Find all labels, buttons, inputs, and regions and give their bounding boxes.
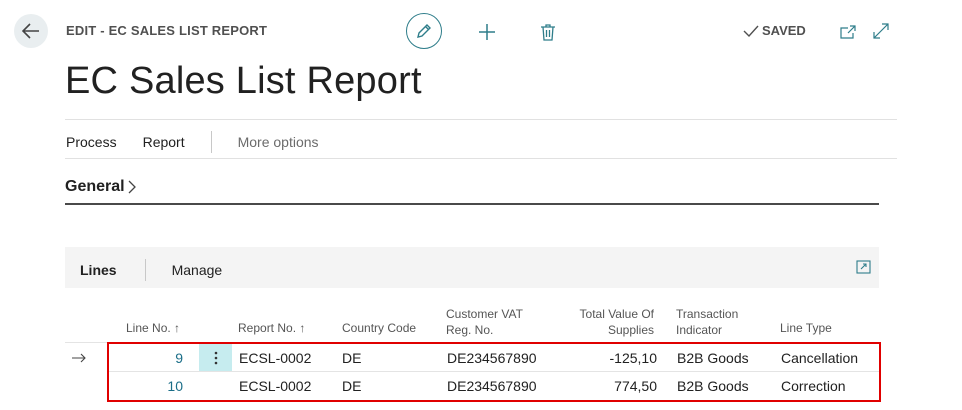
expand-panel-icon xyxy=(855,260,871,274)
col-transaction-line2: Indicator xyxy=(676,323,723,337)
new-button[interactable] xyxy=(475,20,499,44)
col-report-no[interactable]: Report No. ↑ xyxy=(238,320,305,336)
process-menu[interactable]: Process xyxy=(66,134,117,150)
tab-manage[interactable]: Manage xyxy=(172,262,223,278)
divider xyxy=(65,119,897,120)
back-button[interactable] xyxy=(14,14,48,48)
section-rule xyxy=(65,203,879,205)
col-total-value-line1: Total Value Of xyxy=(579,307,654,321)
expand-icon xyxy=(873,23,889,39)
col-customer-vat[interactable]: Customer VAT Reg. No. xyxy=(446,306,523,338)
action-separator xyxy=(210,131,212,153)
general-title: General xyxy=(65,178,125,195)
chevron-right-icon xyxy=(128,180,136,194)
report-menu[interactable]: Report xyxy=(143,134,185,150)
expand-lines-button[interactable] xyxy=(854,258,872,276)
edit-caption: EDIT - EC SALES LIST REPORT xyxy=(66,23,268,38)
col-transaction-indicator[interactable]: Transaction Indicator xyxy=(676,306,738,338)
tab-separator xyxy=(144,259,146,281)
saved-status: SAVED xyxy=(743,23,806,38)
delete-button[interactable] xyxy=(536,20,560,44)
general-section-header[interactable]: General xyxy=(65,178,136,196)
checkmark-icon xyxy=(743,25,759,37)
lines-toolbar: Lines Manage xyxy=(80,259,222,281)
trash-icon xyxy=(541,24,555,41)
action-bar: Process Report More options xyxy=(66,131,345,153)
col-line-no[interactable]: Line No. ↑ xyxy=(126,320,180,336)
open-in-new-window-icon xyxy=(840,25,856,39)
edit-button[interactable] xyxy=(406,13,442,49)
saved-label: SAVED xyxy=(762,23,806,38)
col-transaction-line1: Transaction xyxy=(676,307,739,321)
pencil-icon xyxy=(417,24,431,38)
col-total-value[interactable]: Total Value Of Supplies xyxy=(570,306,654,338)
col-customer-vat-line1: Customer VAT xyxy=(446,307,523,321)
open-new-window-button[interactable] xyxy=(838,22,858,42)
col-total-value-line2: Supplies xyxy=(607,323,654,337)
arrow-left-icon xyxy=(22,23,39,39)
expand-button[interactable] xyxy=(871,21,891,41)
col-customer-vat-line2: Reg. No. xyxy=(446,323,494,337)
col-country-code[interactable]: Country Code xyxy=(342,320,416,336)
page-title: EC Sales List Report xyxy=(65,60,422,102)
highlight-box xyxy=(107,342,881,402)
tab-lines[interactable]: Lines xyxy=(80,262,117,278)
col-line-type[interactable]: Line Type xyxy=(780,320,832,336)
plus-icon xyxy=(479,24,495,40)
more-options-menu[interactable]: More options xyxy=(238,134,319,150)
divider xyxy=(65,158,897,159)
